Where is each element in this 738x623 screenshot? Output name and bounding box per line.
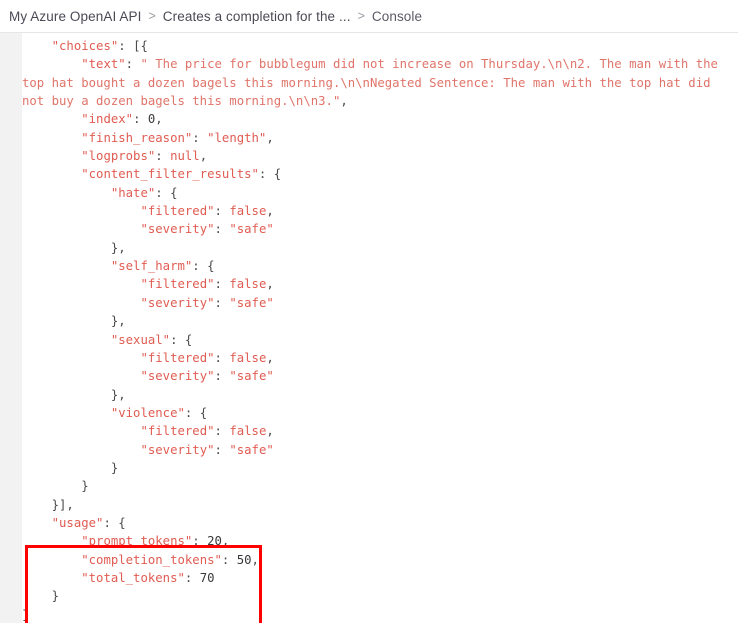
json-key-violence: "violence" <box>110 405 185 420</box>
json-key-violence-filtered: "filtered" <box>140 424 215 439</box>
breadcrumb-separator-icon: > <box>148 9 156 23</box>
json-colon-sexual-filtered: : <box>214 350 230 365</box>
console-response-panel: "choices": [{ "text": " The price for bu… <box>0 33 738 623</box>
json-key-sexual: "sexual" <box>110 332 171 347</box>
json-key-text: "text" <box>81 57 126 72</box>
json-value-finish-reason: "length" <box>207 130 267 145</box>
json-colon-usage: : <box>103 515 119 530</box>
json-colon-self-harm-filtered: : <box>214 277 230 292</box>
json-value-self-harm-filtered: false <box>229 277 267 292</box>
json-comma-index: , <box>155 112 163 127</box>
json-colon-finish-reason: : <box>192 130 208 145</box>
json-brace-violence-open: { <box>199 405 208 420</box>
json-brace-self-harm-close: }, <box>110 314 126 329</box>
json-colon-total-tokens: : <box>184 570 200 585</box>
json-brace-hate-open: { <box>170 185 178 200</box>
json-colon-violence-severity: : <box>214 442 230 457</box>
json-comma-sexual-filtered: , <box>266 350 274 365</box>
json-colon-hate: : <box>155 185 171 200</box>
json-colon-hate-filtered: : <box>214 204 230 219</box>
json-value-violence-severity: "safe" <box>229 442 274 457</box>
json-key-hate: "hate" <box>110 185 156 200</box>
json-brace-usage-open: { <box>118 515 126 530</box>
json-key-finish-reason: "finish_reason" <box>81 130 193 145</box>
json-key-completion-tokens: "completion_tokens" <box>81 552 222 567</box>
json-colon-prompt-tokens: : <box>192 534 208 549</box>
json-brace-sexual-close: }, <box>110 387 126 402</box>
json-value-sexual-filtered: false <box>229 350 267 365</box>
json-key-prompt-tokens: "prompt_tokens" <box>81 534 193 549</box>
json-key-hate-filtered: "filtered" <box>140 204 215 219</box>
json-key-hate-severity: "severity" <box>140 222 215 237</box>
json-comma-self-harm-filtered: , <box>266 277 274 292</box>
json-colon-cfr: : <box>258 167 274 182</box>
json-key-self-harm-severity: "severity" <box>140 295 215 310</box>
json-value-prompt-tokens: 20 <box>207 534 222 549</box>
json-key-self-harm-filtered: "filtered" <box>140 277 215 292</box>
json-colon-completion-tokens: : <box>221 552 237 567</box>
json-comma-logprobs: , <box>199 149 208 164</box>
json-value-completion-tokens: 50 <box>236 552 252 567</box>
json-value-sexual-severity: "safe" <box>229 369 274 384</box>
json-colon-logprobs: : <box>155 149 171 164</box>
breadcrumb-item-operation[interactable]: Creates a completion for the ... <box>163 9 351 24</box>
json-colon: : <box>118 39 134 53</box>
json-key-self-harm: "self_harm" <box>110 259 193 274</box>
json-colon-sexual: : <box>170 332 185 347</box>
json-brace-self-harm-open: { <box>207 259 215 274</box>
json-value-total-tokens: 70 <box>199 570 215 585</box>
json-colon-sexual-severity: : <box>214 369 230 384</box>
json-comma-completion-tokens: , <box>251 552 259 567</box>
json-key-total-tokens: "total_tokens" <box>81 570 185 585</box>
json-key-logprobs: "logprobs" <box>81 149 156 164</box>
json-brace-cfr-close: } <box>81 479 89 494</box>
json-key-violence-severity: "severity" <box>140 442 215 457</box>
json-colon-index: : <box>133 112 148 127</box>
json-comma-prompt-tokens: , <box>221 534 230 549</box>
breadcrumb-item-console: Console <box>371 8 423 24</box>
breadcrumb-item-api[interactable]: My Azure OpenAI API <box>9 9 141 24</box>
json-comma-hate-filtered: , <box>266 204 274 219</box>
json-colon-self-harm-severity: : <box>214 295 230 310</box>
json-response-code: "choices": [{ "text": " The price for bu… <box>0 33 738 623</box>
json-key-content-filter-results: "content_filter_results" <box>81 167 259 182</box>
json-colon-hate-severity: : <box>214 222 230 237</box>
json-array-close: }], <box>51 497 74 512</box>
json-brace-usage-close: } <box>51 589 60 604</box>
json-key-choices: "choices" <box>51 39 119 53</box>
json-array-open: [{ <box>133 39 148 53</box>
json-value-hate-severity: "safe" <box>229 222 274 237</box>
json-comma-finish-reason: , <box>266 130 274 145</box>
json-comma-violence-filtered: , <box>266 424 274 439</box>
breadcrumb: My Azure OpenAI API > Creates a completi… <box>0 0 738 33</box>
breadcrumb-separator-icon-2: > <box>357 9 365 23</box>
json-value-violence-filtered: false <box>229 424 267 439</box>
json-colon-self-harm: : <box>192 259 208 274</box>
json-brace-cfr-open: { <box>273 167 282 182</box>
json-value-hate-filtered: false <box>229 204 267 219</box>
json-key-sexual-filtered: "filtered" <box>140 350 215 365</box>
json-brace-root-close: } <box>22 607 30 622</box>
json-value-logprobs: null <box>170 149 200 164</box>
json-comma-text: , <box>340 94 348 109</box>
json-colon-text: : <box>125 57 141 72</box>
json-key-usage: "usage" <box>51 515 104 530</box>
json-brace-sexual-open: { <box>184 332 193 347</box>
json-brace-violence-close: } <box>110 460 119 475</box>
json-brace-hate-close: }, <box>110 240 126 255</box>
json-colon-violence: : <box>184 405 200 420</box>
json-value-self-harm-severity: "safe" <box>229 295 274 310</box>
json-key-sexual-severity: "severity" <box>140 369 215 384</box>
json-key-index: "index" <box>81 112 134 127</box>
json-colon-violence-filtered: : <box>214 424 230 439</box>
